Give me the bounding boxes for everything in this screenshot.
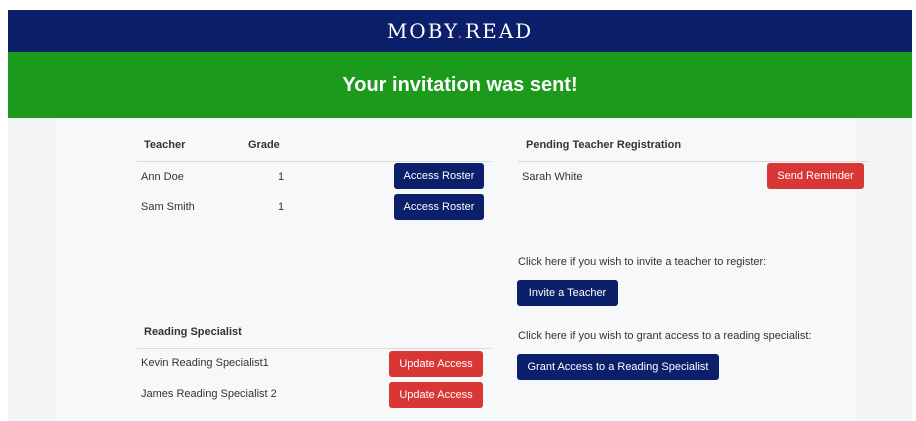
access-roster-button[interactable]: Access Roster xyxy=(394,163,484,189)
teacher-name: Sam Smith xyxy=(141,201,195,213)
grant-access-button[interactable]: Grant Access to a Reading Specialist xyxy=(517,354,719,380)
main-content: Teacher Grade Ann Doe 1 Access Roster Sa… xyxy=(56,118,868,421)
teacher-table-divider xyxy=(137,161,491,162)
teacher-column-header: Teacher xyxy=(144,139,186,151)
send-reminder-button[interactable]: Send Reminder xyxy=(767,163,864,189)
specialist-divider xyxy=(137,348,491,349)
invite-teacher-prompt: Click here if you wish to invite a teach… xyxy=(518,256,767,268)
grade-column-header: Grade xyxy=(248,139,280,151)
moby-read-logo[interactable]: MOBY.READ xyxy=(387,19,533,43)
invite-teacher-button[interactable]: Invite a Teacher xyxy=(517,280,618,306)
teacher-name: Ann Doe xyxy=(141,171,184,183)
success-message: Your invitation was sent! xyxy=(342,73,578,96)
specialist-name: James Reading Specialist 2 xyxy=(141,388,277,400)
success-banner: Your invitation was sent! xyxy=(8,52,912,118)
logo-word-read: READ xyxy=(465,19,534,43)
pending-teacher-name: Sarah White xyxy=(522,171,583,183)
grant-access-prompt: Click here if you wish to grant access t… xyxy=(518,330,812,342)
update-access-button[interactable]: Update Access xyxy=(389,382,483,408)
update-access-button[interactable]: Update Access xyxy=(389,351,483,377)
pending-divider xyxy=(518,161,868,162)
pending-registration-heading: Pending Teacher Registration xyxy=(526,139,682,151)
top-bar: MOBY.READ xyxy=(8,10,912,52)
access-roster-button[interactable]: Access Roster xyxy=(394,194,484,220)
reading-specialist-heading: Reading Specialist xyxy=(144,326,242,338)
logo-word-moby: MOBY xyxy=(386,19,457,43)
teacher-grade: 1 xyxy=(278,171,285,183)
logo-dot: . xyxy=(456,19,466,43)
teacher-grade: 1 xyxy=(278,201,285,213)
app-frame: MOBY.READ Your invitation was sent! Teac… xyxy=(8,10,912,421)
specialist-name: Kevin Reading Specialist1 xyxy=(141,357,269,369)
